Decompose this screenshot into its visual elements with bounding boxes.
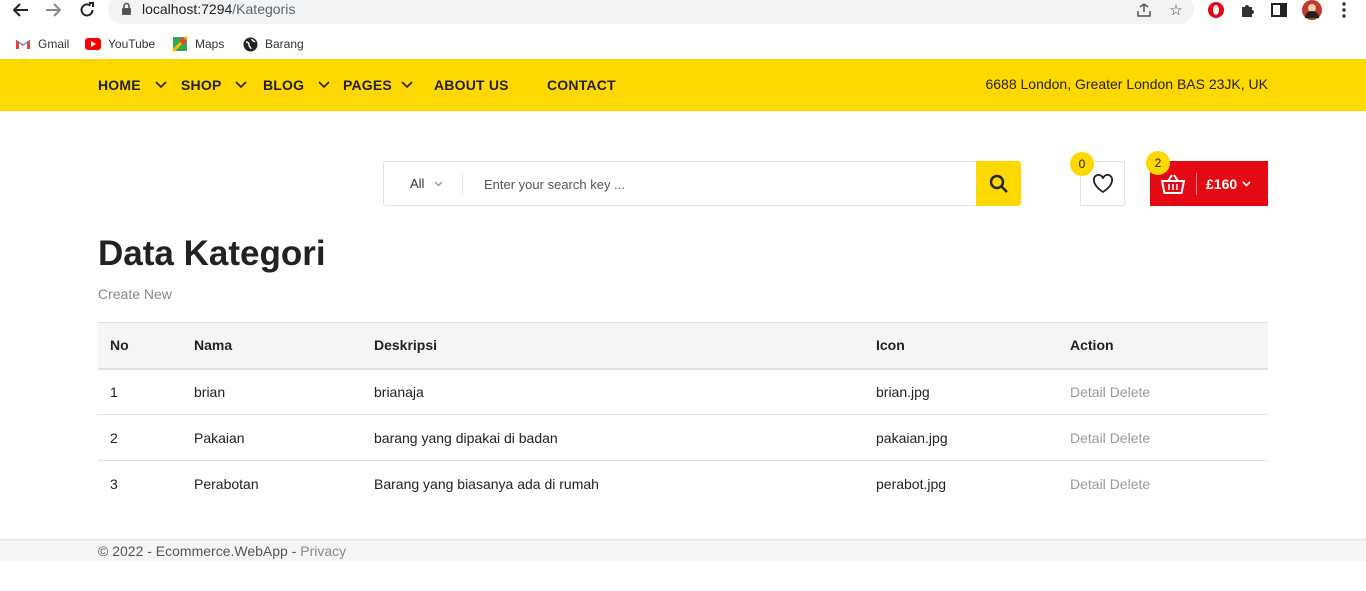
privacy-link[interactable]: Privacy bbox=[300, 543, 346, 559]
nav-home-label: HOME bbox=[98, 77, 141, 93]
bookmark-barang-label: Barang bbox=[265, 37, 304, 51]
chevron-down-icon bbox=[155, 81, 167, 89]
reload-icon[interactable] bbox=[75, 0, 99, 20]
nav-home[interactable]: HOME bbox=[98, 77, 167, 93]
nav-shop-label: SHOP bbox=[181, 77, 222, 93]
detail-link[interactable]: Detail bbox=[1070, 430, 1106, 446]
cell-action: Detail Delete bbox=[1070, 461, 1268, 507]
star-icon[interactable]: ☆ bbox=[1165, 0, 1187, 20]
delete-link[interactable]: Delete bbox=[1110, 476, 1150, 492]
cell-deskripsi: barang yang dipakai di badan bbox=[374, 414, 876, 461]
nav-pages[interactable]: PAGES bbox=[343, 77, 413, 93]
detail-link[interactable]: Detail bbox=[1070, 476, 1106, 492]
bookmarks-bar: Gmail YouTube Maps Barang bbox=[0, 29, 1366, 59]
heart-icon bbox=[1092, 173, 1113, 193]
table-row: 1 brian brianaja brian.jpg Detail Delete bbox=[98, 368, 1268, 415]
cell-icon: perabot.jpg bbox=[876, 475, 947, 492]
nav-shop[interactable]: SHOP bbox=[181, 77, 248, 93]
back-arrow-icon[interactable] bbox=[9, 0, 33, 20]
search-divider bbox=[462, 172, 463, 196]
cart-divider bbox=[1196, 172, 1197, 195]
chevron-down-icon bbox=[318, 81, 330, 89]
cart-total: £160 bbox=[1206, 176, 1251, 192]
search-button[interactable] bbox=[976, 161, 1021, 206]
table-row: 3 Perabotan Barang yang biasanya ada di … bbox=[98, 461, 1268, 507]
delete-link[interactable]: Delete bbox=[1110, 384, 1150, 400]
bookmark-maps[interactable]: Maps bbox=[172, 33, 224, 55]
bookmark-youtube[interactable]: YouTube bbox=[85, 33, 155, 55]
search-category-label: All bbox=[410, 176, 425, 191]
forward-arrow-icon[interactable] bbox=[41, 0, 65, 20]
bookmark-youtube-label: YouTube bbox=[108, 37, 156, 51]
browser-toolbar: localhost:7294/Kategoris ☆ bbox=[0, 0, 1366, 29]
cart-count-badge: 2 bbox=[1146, 151, 1170, 175]
store-address: 6688 London, Greater London BAS 23JK, UK bbox=[985, 76, 1268, 92]
url-path: /Kategoris bbox=[232, 1, 296, 17]
chevron-down-icon bbox=[235, 81, 248, 89]
cell-deskripsi: Barang yang biasanya ada di rumah bbox=[374, 475, 599, 492]
detail-link[interactable]: Detail bbox=[1070, 384, 1106, 400]
puzzle-icon[interactable] bbox=[1236, 0, 1258, 20]
footer-copyright: © 2022 - Ecommerce.WebApp - bbox=[98, 543, 301, 559]
url-host: localhost:7294 bbox=[142, 1, 233, 17]
cell-no: 2 bbox=[98, 414, 194, 461]
column-header-nama: Nama bbox=[194, 322, 374, 370]
nav-blog[interactable]: BLOG bbox=[263, 77, 330, 93]
search-input[interactable] bbox=[484, 170, 964, 198]
youtube-icon bbox=[85, 37, 101, 51]
cell-nama: brian bbox=[194, 368, 374, 415]
bookmark-barang[interactable]: Barang bbox=[242, 33, 304, 55]
bookmark-gmail[interactable]: Gmail bbox=[15, 33, 69, 55]
chevron-down-icon bbox=[401, 81, 413, 89]
globe-icon bbox=[242, 37, 258, 51]
nav-about-us[interactable]: ABOUT US bbox=[434, 77, 509, 93]
sidebar-icon[interactable] bbox=[1268, 0, 1290, 20]
cell-icon: pakaian.jpg bbox=[876, 414, 1070, 461]
cell-deskripsi: brianaja bbox=[374, 368, 876, 415]
main-navbar: HOME SHOP BLOG PAGES ABOUT US CONTACT 66… bbox=[0, 59, 1366, 111]
search-category-select[interactable]: All bbox=[410, 176, 443, 191]
share-icon[interactable] bbox=[1133, 0, 1155, 20]
table-header-row: No Nama Deskripsi Icon Action bbox=[98, 322, 1268, 370]
nav-pages-label: PAGES bbox=[343, 77, 392, 93]
nav-about-us-label: ABOUT US bbox=[434, 77, 509, 93]
basket-icon bbox=[1150, 173, 1196, 195]
search-icon bbox=[989, 174, 1008, 193]
nav-contact-label: CONTACT bbox=[547, 77, 616, 93]
table-row: 2 Pakaian barang yang dipakai di badan p… bbox=[98, 414, 1268, 461]
nav-blog-label: BLOG bbox=[263, 77, 305, 93]
bookmark-maps-label: Maps bbox=[195, 37, 225, 51]
url-text: localhost:7294/Kategoris bbox=[142, 1, 295, 17]
lock-icon bbox=[121, 2, 132, 16]
opera-extension-icon[interactable] bbox=[1205, 0, 1227, 20]
chevron-down-icon bbox=[434, 181, 443, 186]
footer-text: © 2022 - Ecommerce.WebApp - Privacy bbox=[98, 543, 346, 559]
column-header-action: Action bbox=[1070, 322, 1268, 370]
page-title: Data Kategori bbox=[98, 234, 326, 273]
cell-action: Detail Delete bbox=[1070, 414, 1268, 461]
search-bar: All bbox=[383, 161, 1021, 206]
chevron-down-icon bbox=[1242, 180, 1251, 187]
column-header-deskripsi: Deskripsi bbox=[374, 322, 876, 370]
cell-icon: brian.jpg bbox=[876, 368, 1070, 415]
column-header-icon: Icon bbox=[876, 322, 1070, 370]
gmail-icon bbox=[15, 37, 31, 51]
cell-no: 1 bbox=[98, 368, 194, 415]
kebab-menu-icon[interactable] bbox=[1333, 0, 1355, 20]
delete-link[interactable]: Delete bbox=[1110, 430, 1150, 446]
profile-avatar-icon[interactable] bbox=[1301, 0, 1323, 20]
cart-total-amount: £160 bbox=[1206, 175, 1238, 192]
cell-action: Detail Delete bbox=[1070, 368, 1268, 415]
cell-nama: Perabotan bbox=[194, 475, 259, 492]
bookmark-gmail-label: Gmail bbox=[38, 37, 70, 51]
nav-contact[interactable]: CONTACT bbox=[547, 77, 616, 93]
cell-no: 3 bbox=[110, 475, 118, 492]
cell-nama: Pakaian bbox=[194, 414, 374, 461]
column-header-no: No bbox=[98, 322, 194, 370]
kategori-table: No Nama Deskripsi Icon Action 1 brian br… bbox=[98, 322, 1268, 507]
maps-icon bbox=[172, 36, 188, 52]
footer: © 2022 - Ecommerce.WebApp - Privacy bbox=[0, 539, 1366, 561]
wishlist-count-badge: 0 bbox=[1070, 152, 1094, 176]
create-new-link[interactable]: Create New bbox=[98, 286, 172, 302]
